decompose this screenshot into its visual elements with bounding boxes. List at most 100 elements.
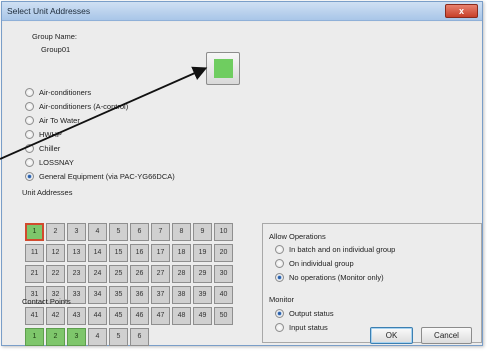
- contact-point-cell[interactable]: 3: [67, 328, 86, 346]
- cancel-button[interactable]: Cancel: [421, 327, 472, 344]
- allow-operations-option[interactable]: On individual group: [275, 257, 354, 269]
- allow-operations-option[interactable]: No operations (Monitor only): [275, 271, 384, 283]
- unit-address-cell[interactable]: 8: [172, 223, 191, 241]
- group-name-value: Group01: [41, 45, 71, 54]
- unit-type-option[interactable]: Air To Water: [25, 114, 80, 126]
- unit-address-cell[interactable]: 46: [130, 307, 149, 325]
- unit-address-cell[interactable]: 37: [151, 286, 170, 304]
- radio-button-selected[interactable]: [25, 171, 34, 181]
- unit-address-cell[interactable]: 42: [46, 307, 65, 325]
- radio-button[interactable]: [25, 101, 34, 111]
- ok-button[interactable]: OK: [370, 327, 413, 344]
- unit-address-cell[interactable]: 15: [109, 244, 128, 262]
- unit-address-cell[interactable]: 30: [214, 265, 233, 283]
- radio-button[interactable]: [25, 157, 34, 167]
- unit-type-label: Air To Water: [39, 115, 80, 125]
- radio-button[interactable]: [275, 258, 284, 268]
- group-name-label: Group Name:: [32, 32, 78, 41]
- unit-address-cell[interactable]: 47: [151, 307, 170, 325]
- unit-type-label: Chiller: [39, 143, 61, 153]
- unit-type-option[interactable]: Air-conditioners: [25, 86, 91, 98]
- group-color-button[interactable]: [206, 52, 240, 85]
- unit-address-cell[interactable]: 27: [151, 265, 170, 283]
- contact-point-cell[interactable]: 1: [25, 328, 44, 346]
- select-unit-addresses-dialog: Select Unit Addresses x Group Name: Grou…: [1, 1, 483, 346]
- option-label: No operations (Monitor only): [289, 272, 384, 282]
- unit-address-cell[interactable]: 4: [88, 223, 107, 241]
- unit-address-cell[interactable]: 26: [130, 265, 149, 283]
- unit-address-cell[interactable]: 24: [88, 265, 107, 283]
- unit-address-cell[interactable]: 40: [214, 286, 233, 304]
- unit-address-cell[interactable]: 25: [109, 265, 128, 283]
- unit-address-cell[interactable]: 35: [109, 286, 128, 304]
- unit-address-cell[interactable]: 28: [172, 265, 191, 283]
- unit-address-cell[interactable]: 11: [25, 244, 44, 262]
- unit-address-cell[interactable]: 21: [25, 265, 44, 283]
- unit-type-option[interactable]: Air-conditioners (A-control): [25, 100, 128, 112]
- radio-button-selected[interactable]: [275, 272, 284, 282]
- unit-address-cell[interactable]: 10: [214, 223, 233, 241]
- unit-address-cell[interactable]: 13: [67, 244, 86, 262]
- unit-address-cell[interactable]: 6: [130, 223, 149, 241]
- radio-button[interactable]: [275, 244, 284, 254]
- unit-address-cell[interactable]: 9: [193, 223, 212, 241]
- radio-button[interactable]: [25, 143, 34, 153]
- unit-address-grid: 1 2 3 4 5 6 7 8 9 10 11 12 13 14 15 16 17 18 19 20 21 22 23 24 2…: [25, 223, 233, 325]
- contact-point-cell[interactable]: 6: [130, 328, 149, 346]
- unit-address-cell[interactable]: 49: [193, 307, 212, 325]
- unit-address-cell[interactable]: 48: [172, 307, 191, 325]
- contact-point-grid: 123456: [25, 328, 149, 346]
- unit-address-cell[interactable]: 12: [46, 244, 65, 262]
- unit-address-cell[interactable]: 20: [214, 244, 233, 262]
- monitor-option[interactable]: Output status: [275, 307, 334, 319]
- unit-address-cell[interactable]: 29: [193, 265, 212, 283]
- unit-address-cell[interactable]: 38: [172, 286, 191, 304]
- unit-type-label: Air-conditioners: [39, 87, 92, 97]
- unit-address-cell[interactable]: 44: [88, 307, 107, 325]
- monitor-option[interactable]: Input status: [275, 321, 328, 333]
- dialog-content: Group Name: Group01 Air-conditioners Air…: [3, 22, 482, 346]
- radio-button[interactable]: [25, 129, 34, 139]
- unit-type-option[interactable]: Chiller: [25, 142, 60, 154]
- close-button[interactable]: x: [445, 4, 478, 18]
- unit-address-cell[interactable]: 39: [193, 286, 212, 304]
- radio-button[interactable]: [275, 322, 284, 332]
- unit-address-cell[interactable]: 14: [88, 244, 107, 262]
- unit-address-cell[interactable]: 18: [172, 244, 191, 262]
- unit-address-cell[interactable]: 43: [67, 307, 86, 325]
- radio-button-selected[interactable]: [275, 308, 284, 318]
- unit-address-cell[interactable]: 22: [46, 265, 65, 283]
- unit-type-option[interactable]: General Equipment (via PAC-YG66DCA): [25, 170, 175, 182]
- option-label: On individual group: [289, 258, 354, 268]
- allow-operations-option[interactable]: In batch and on individual group: [275, 243, 395, 255]
- contact-point-cell[interactable]: 5: [109, 328, 128, 346]
- unit-address-cell[interactable]: 50: [214, 307, 233, 325]
- contact-point-cell[interactable]: 2: [46, 328, 65, 346]
- unit-address-cell[interactable]: 19: [193, 244, 212, 262]
- unit-address-cell[interactable]: 17: [151, 244, 170, 262]
- unit-type-option[interactable]: HWHP: [25, 128, 62, 140]
- monitor-label: Monitor: [269, 295, 295, 304]
- unit-type-label: General Equipment (via PAC-YG66DCA): [39, 171, 175, 181]
- option-label: Output status: [289, 308, 334, 318]
- unit-type-label: Air-conditioners (A-control): [39, 101, 129, 111]
- unit-address-cell[interactable]: 1: [25, 223, 44, 241]
- radio-button[interactable]: [25, 87, 34, 97]
- unit-address-cell[interactable]: 34: [88, 286, 107, 304]
- unit-address-cell[interactable]: 36: [130, 286, 149, 304]
- radio-button[interactable]: [25, 115, 34, 125]
- unit-address-cell[interactable]: 5: [109, 223, 128, 241]
- unit-address-cell[interactable]: 16: [130, 244, 149, 262]
- unit-address-cell[interactable]: 2: [46, 223, 65, 241]
- unit-address-cell[interactable]: 45: [109, 307, 128, 325]
- window-title: Select Unit Addresses: [7, 6, 91, 16]
- unit-address-cell[interactable]: 3: [67, 223, 86, 241]
- unit-address-cell[interactable]: 7: [151, 223, 170, 241]
- unit-type-option[interactable]: LOSSNAY: [25, 156, 74, 168]
- contact-points-label: Contact Points: [22, 297, 71, 306]
- unit-address-cell[interactable]: 41: [25, 307, 44, 325]
- option-label: Input status: [289, 322, 328, 332]
- allow-operations-label: Allow Operations: [269, 232, 326, 241]
- unit-address-cell[interactable]: 23: [67, 265, 86, 283]
- contact-point-cell[interactable]: 4: [88, 328, 107, 346]
